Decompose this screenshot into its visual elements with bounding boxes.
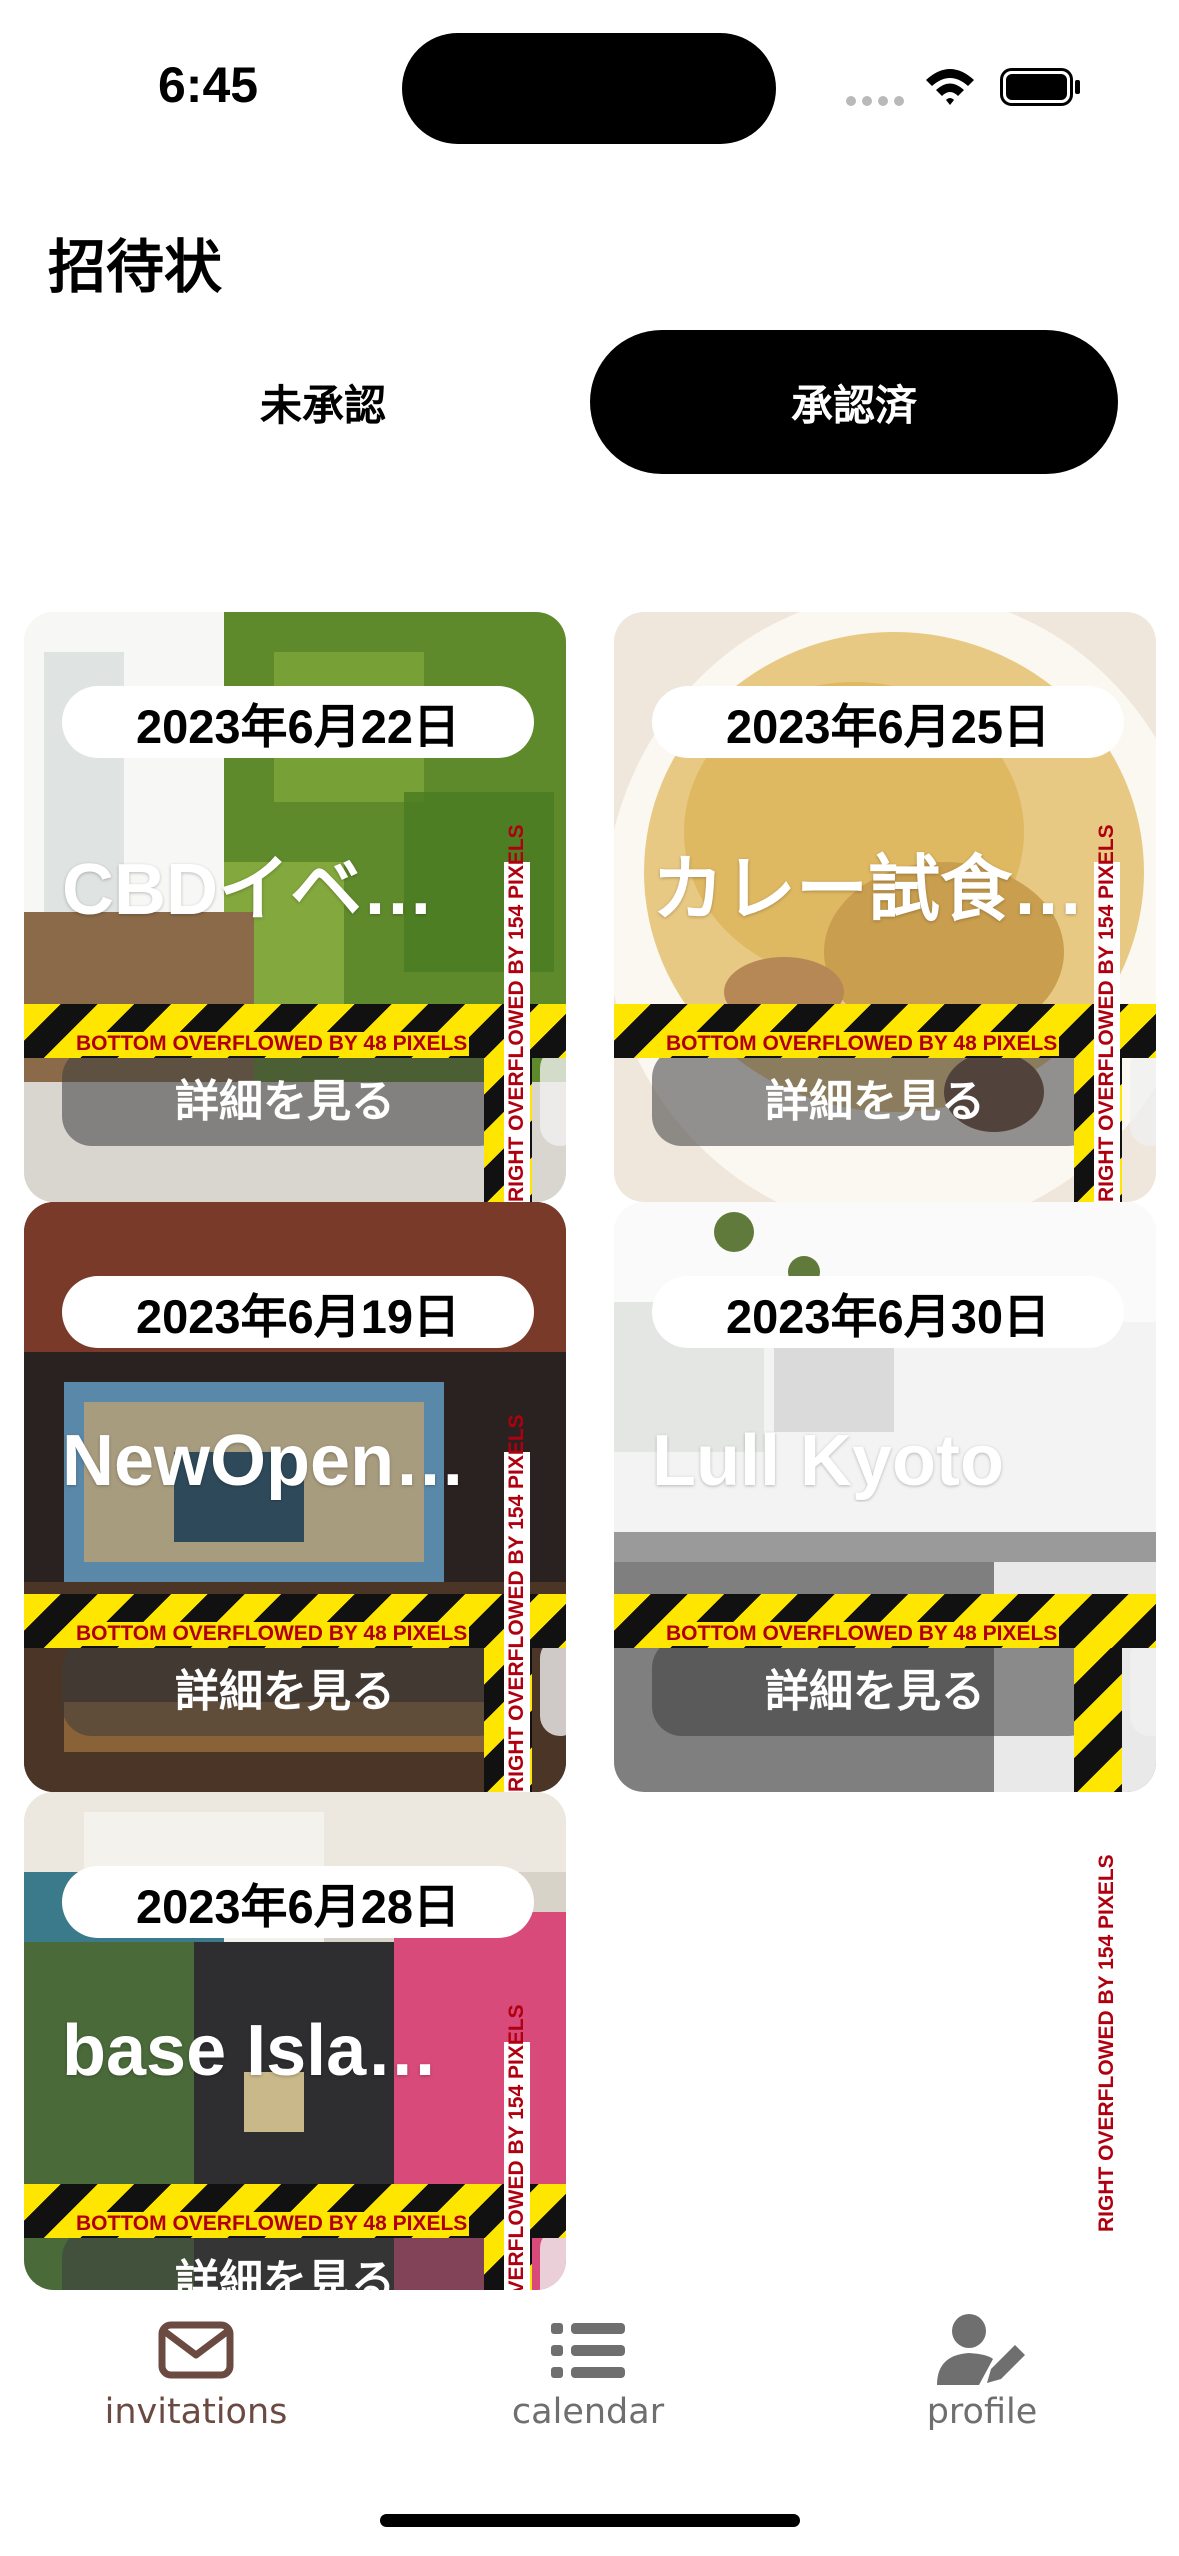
- invitation-card[interactable]: 2023年6月19日 NewOpen… 詳細を見る BOTTOM OVERFLO…: [24, 1202, 566, 1792]
- card-side-button[interactable]: [1130, 1048, 1156, 1146]
- event-title: base Isla…: [62, 2011, 439, 2091]
- card-side-button[interactable]: [540, 1048, 566, 1146]
- overflow-warning-bottom: BOTTOM OVERFLOWED BY 48 PIXELS: [74, 1622, 470, 1646]
- overflow-warning-bottom: BOTTOM OVERFLOWED BY 48 PIXELS: [74, 1032, 470, 1056]
- event-date: 2023年6月30日: [652, 1276, 1124, 1348]
- event-title: Lull Kyoto: [652, 1421, 1004, 1501]
- nav-calendar[interactable]: calendar: [458, 2310, 718, 2432]
- view-details-button[interactable]: 詳細を見る: [62, 1638, 508, 1736]
- invitation-card[interactable]: 2023年6月28日 base Isla… 詳細を見る BOTTOM OVERF…: [24, 1792, 566, 2290]
- dynamic-island: [402, 33, 776, 144]
- card-side-button[interactable]: [1130, 1638, 1156, 1736]
- card-side-button[interactable]: [540, 1638, 566, 1736]
- overflow-warning-right: RIGHT OVERFLOWED BY 154 PIXELS: [504, 1414, 530, 1792]
- nav-profile-label: profile: [926, 2392, 1038, 2432]
- tab-approved[interactable]: 承認済: [590, 330, 1118, 474]
- event-date: 2023年6月22日: [62, 686, 534, 758]
- view-details-button[interactable]: 詳細を見る: [62, 1048, 508, 1146]
- user-edit-icon: [937, 2314, 1025, 2385]
- overflow-warning-right: RIGHT OVERFLOWED BY 154 PIXELS: [504, 2004, 530, 2290]
- battery-icon: [1000, 68, 1080, 106]
- invitation-card[interactable]: 2023年6月25日 カレー試食… 詳細を見る BOTTOM OVERFLOWE…: [614, 612, 1156, 1202]
- list-icon: [551, 2323, 625, 2378]
- tab-pending[interactable]: 未承認: [176, 330, 470, 474]
- overflow-warning-right: RIGHT OVERFLOWED BY 154 PIXELS: [1094, 1854, 1120, 2232]
- event-date: 2023年6月25日: [652, 686, 1124, 758]
- view-details-button[interactable]: 詳細を見る: [652, 1048, 1098, 1146]
- invitation-card[interactable]: 2023年6月30日 Lull Kyoto 詳細を見る BOTTOM OVERF…: [614, 1202, 1156, 1792]
- status-time: 6:45: [158, 57, 259, 113]
- nav-profile[interactable]: profile: [852, 2310, 1112, 2432]
- home-indicator[interactable]: [380, 2514, 800, 2527]
- invitation-card[interactable]: 2023年6月22日 CBDイベ… 詳細を見る BOTTOM OVERFLOWE…: [24, 612, 566, 1202]
- overflow-warning-right: RIGHT OVERFLOWED BY 154 PIXELS: [504, 824, 530, 1202]
- overflow-stripe: [1074, 1648, 1122, 1792]
- overflow-warning-right: RIGHT OVERFLOWED BY 154 PIXELS: [1094, 824, 1120, 1202]
- event-title: CBDイベ…: [62, 850, 434, 930]
- page-title: 招待状: [48, 233, 223, 301]
- event-title: カレー試食…: [652, 850, 1085, 930]
- envelope-icon: [158, 2321, 234, 2379]
- nav-invitations[interactable]: invitations: [66, 2310, 326, 2432]
- wifi-icon: [926, 69, 974, 105]
- view-details-button[interactable]: 詳細を見る: [652, 1638, 1098, 1736]
- nav-invitations-label: invitations: [104, 2392, 288, 2432]
- overflow-warning-bottom: BOTTOM OVERFLOWED BY 48 PIXELS: [74, 2212, 470, 2236]
- event-title: NewOpen…: [62, 1421, 467, 1501]
- event-date: 2023年6月19日: [62, 1276, 534, 1348]
- overflow-warning-bottom: BOTTOM OVERFLOWED BY 48 PIXELS: [664, 1032, 1060, 1056]
- overflow-warning-bottom: BOTTOM OVERFLOWED BY 48 PIXELS: [664, 1622, 1060, 1646]
- cellular-signal-icon: [846, 96, 904, 108]
- event-date: 2023年6月28日: [62, 1866, 534, 1938]
- nav-calendar-label: calendar: [511, 2392, 665, 2432]
